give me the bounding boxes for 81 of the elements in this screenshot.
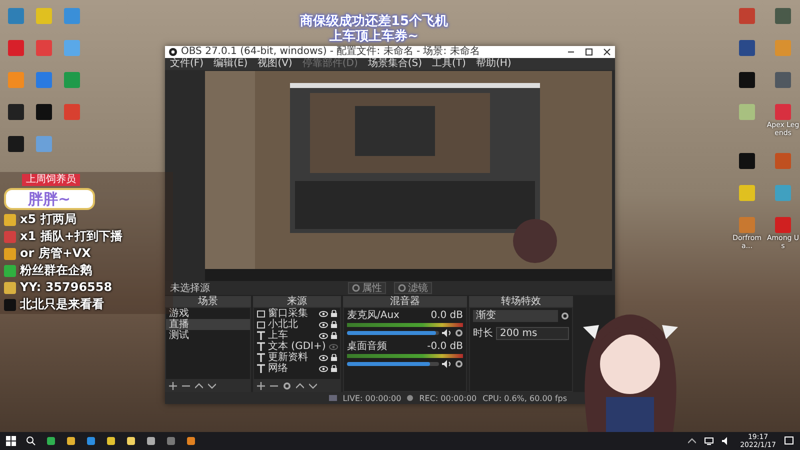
menu-item[interactable]: 视图(V) — [258, 58, 292, 70]
eye-icon[interactable] — [319, 322, 328, 328]
gear-icon — [352, 284, 360, 292]
supporter-name: 胖胖~ — [4, 188, 95, 210]
gear-icon[interactable] — [455, 329, 463, 338]
live-icon — [328, 395, 337, 402]
volume-slider[interactable] — [347, 362, 439, 366]
channel-reading: 0.0 dB — [430, 310, 463, 322]
eye-icon[interactable] — [319, 354, 328, 361]
gear-icon[interactable] — [283, 382, 291, 390]
source-status-label: 未选择源 — [170, 282, 211, 296]
duration-label: 时长 — [473, 326, 493, 340]
chevron-up-icon[interactable] — [688, 437, 696, 445]
text-icon — [257, 331, 265, 340]
menu-item[interactable]: 文件(F) — [170, 58, 204, 70]
properties-button[interactable]: 属性 — [348, 282, 386, 294]
add-icon[interactable] — [169, 382, 177, 390]
source-item[interactable]: 更新资料 — [268, 352, 316, 364]
volume-slider[interactable] — [347, 331, 439, 336]
network-icon[interactable] — [704, 437, 714, 445]
record-icon — [407, 395, 414, 402]
cpu-fps-label: CPU: 0.6%, 60.00 fps — [482, 394, 567, 403]
channel-name: 麦克风/Aux — [347, 310, 400, 322]
eye-icon[interactable] — [319, 366, 328, 372]
chevron-up-icon[interactable] — [296, 382, 304, 390]
eye-icon[interactable] — [319, 332, 328, 339]
source-item[interactable]: 文本 (GDI+) — [268, 341, 326, 352]
channel-name: 桌面音频 — [347, 341, 387, 352]
lock-icon[interactable] — [331, 332, 337, 340]
app-icon[interactable] — [146, 436, 156, 446]
overlay-text: YY: 35796558 — [20, 280, 112, 295]
chevron-down-icon[interactable] — [208, 382, 216, 390]
source-item[interactable]: 网络 — [268, 363, 316, 374]
dock-title: 来源 — [253, 296, 341, 308]
channel-reading: -0.0 dB — [427, 341, 463, 352]
lock-icon[interactable] — [331, 321, 337, 328]
source-item[interactable]: 小北北 — [268, 319, 316, 330]
gear-icon[interactable] — [455, 360, 463, 368]
menu-item[interactable]: 编辑(E) — [214, 58, 248, 70]
source-item[interactable]: 上车 — [268, 330, 316, 342]
menu-item[interactable]: 场景集合(S) — [368, 58, 422, 70]
lock-icon[interactable] — [331, 354, 337, 362]
speaker-icon[interactable] — [442, 360, 452, 368]
close-icon[interactable] — [603, 48, 611, 56]
text-icon — [257, 353, 265, 362]
dock-title: 场景 — [165, 296, 251, 308]
maximize-icon[interactable] — [585, 48, 593, 56]
overlay-text: x1 插队+打到下播 — [20, 229, 122, 244]
caption-text: 商保级成功还差15个飞机 — [300, 14, 448, 29]
menu-item[interactable]: 工具(T) — [432, 58, 466, 70]
scene-item[interactable]: 游戏 — [166, 308, 250, 320]
overlay-text: 北北只是来看看 — [20, 297, 104, 312]
dock-title: 转场特效 — [469, 296, 573, 308]
lock-icon[interactable] — [331, 365, 337, 372]
gear-icon[interactable] — [561, 312, 569, 320]
scene-item[interactable]: 直播 — [166, 319, 250, 330]
supporter-badge: 上周饲养员 — [22, 174, 80, 186]
overlay-text: x5 打两局 — [20, 212, 76, 227]
eye-icon[interactable] — [319, 310, 328, 317]
windows-logo-icon[interactable] — [6, 436, 16, 446]
chevron-down-icon[interactable] — [309, 382, 317, 390]
filters-button[interactable]: 滤镜 — [394, 282, 432, 294]
dock-title: 混音器 — [343, 296, 467, 308]
duration-field[interactable]: 200 ms — [496, 326, 569, 340]
live-timer: LIVE: 00:00:00 — [342, 394, 402, 403]
scene-item[interactable]: 测试 — [166, 330, 250, 342]
add-icon[interactable] — [257, 382, 265, 390]
transition-select[interactable]: 渐变 — [473, 310, 558, 322]
notification-icon[interactable] — [784, 436, 794, 446]
window-title: OBS 27.0.1 (64-bit, windows) - 配置文件: 未命名 - 场景: 未命名 — [181, 46, 481, 58]
chevron-up-icon[interactable] — [195, 382, 203, 390]
overlay-text: 粉丝群在企鹅 — [20, 263, 92, 278]
speaker-icon[interactable] — [442, 329, 452, 338]
overlay-text: or 房管+VX — [20, 246, 91, 261]
menu-item[interactable]: 帮助(H) — [476, 58, 512, 70]
lock-icon[interactable] — [331, 310, 337, 318]
text-icon — [257, 364, 265, 374]
search-icon[interactable] — [26, 436, 36, 446]
rec-timer: REC: 00:00:00 — [419, 394, 477, 403]
text-icon — [257, 342, 265, 352]
caption-text: 上车顶上车券~ — [330, 29, 418, 44]
